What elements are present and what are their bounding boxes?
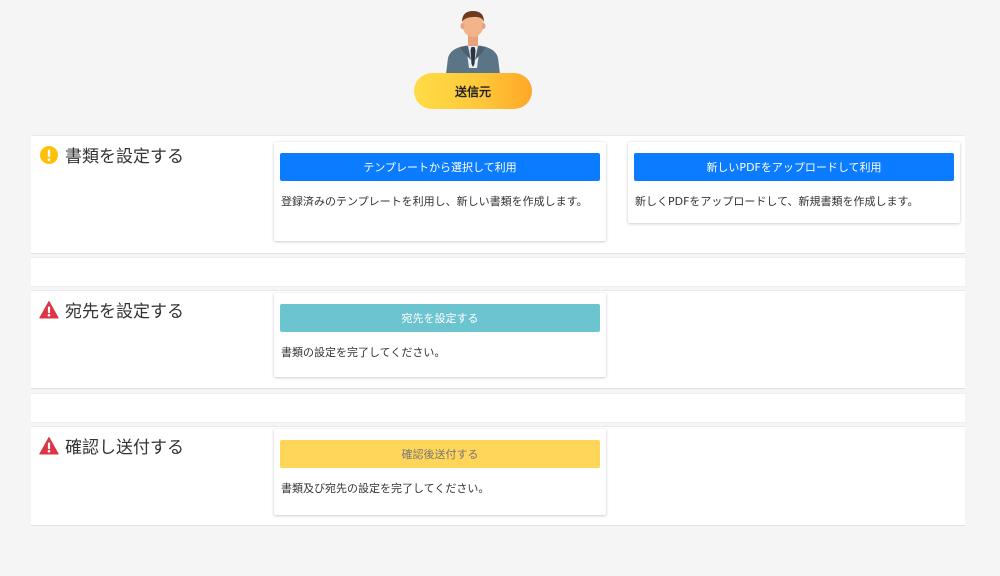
businessman-avatar-icon (444, 8, 502, 74)
warning-triangle-icon (39, 300, 59, 320)
confirm-section-title: 確認し送付する (65, 438, 184, 458)
use-template-button[interactable]: テンプレートから選択して利用 (280, 153, 600, 181)
upload-card-description: 新しくPDFをアップロードして、新規書類を作成します。 (635, 195, 919, 208)
warning-triangle-icon (39, 436, 59, 456)
upload-pdf-button[interactable]: 新しいPDFをアップロードして利用 (634, 153, 954, 181)
upload-card: 新しいPDFをアップロードして利用 新しくPDFをアップロードして、新規書類を作… (628, 142, 960, 223)
template-card: テンプレートから選択して利用 登録済みのテンプレートを利用し、新しい書類を作成し… (274, 142, 606, 241)
recipient-section-title: 宛先を設定する (65, 302, 184, 322)
confirm-send-button[interactable]: 確認後送付する (280, 440, 600, 468)
confirm-section: 確認し送付する 確認後送付する 書類及び宛先の設定を完了してください。 (31, 426, 965, 526)
confirm-card-description: 書類及び宛先の設定を完了してください。 (281, 482, 490, 495)
recipient-card: 宛先を設定する 書類の設定を完了してください。 (274, 293, 606, 377)
section-divider (31, 257, 965, 287)
recipient-card-description: 書類の設定を完了してください。 (281, 346, 446, 359)
recipient-section: 宛先を設定する 宛先を設定する 書類の設定を完了してください。 (31, 290, 965, 389)
sender-badge: 送信元 (414, 73, 532, 109)
document-section-header: 書類を設定する (39, 142, 184, 167)
sender-label: 送信元 (454, 84, 491, 99)
document-section: 書類を設定する テンプレートから選択して利用 登録済みのテンプレートを利用し、新… (31, 135, 965, 254)
section-divider (31, 393, 965, 423)
sender-block: 送信元 (414, 8, 532, 109)
recipient-section-header: 宛先を設定する (39, 297, 184, 322)
exclamation-circle-icon (39, 145, 59, 165)
confirm-section-header: 確認し送付する (39, 433, 184, 458)
template-card-description: 登録済みのテンプレートを利用し、新しい書類を作成します。 (281, 195, 588, 208)
confirm-card: 確認後送付する 書類及び宛先の設定を完了してください。 (274, 429, 606, 515)
document-section-title: 書類を設定する (65, 147, 184, 167)
set-recipient-button[interactable]: 宛先を設定する (280, 304, 600, 332)
